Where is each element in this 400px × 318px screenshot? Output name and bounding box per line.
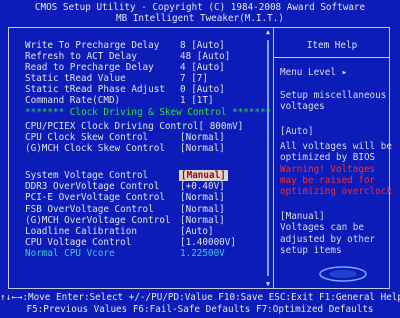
setting-value[interactable]: [Manual] xyxy=(179,170,228,181)
help-line: All voltages will be xyxy=(280,141,392,152)
help-line: optimized by BIOS xyxy=(280,152,376,163)
setting-label: Read to Precharge Delay xyxy=(25,62,154,73)
help-line: [Auto] xyxy=(280,126,314,137)
setting-value[interactable]: [+0.40V] xyxy=(180,181,225,192)
help-line: adjusted by other xyxy=(280,234,376,245)
help-line: [Manual] xyxy=(280,211,325,222)
help-separator xyxy=(273,57,390,58)
setting-label: Loadline Calibration xyxy=(25,226,137,237)
setting-label: FSB OverVoltage Control xyxy=(25,204,154,215)
setting-label: (G)MCH Clock Skew Control xyxy=(25,143,165,154)
help-line: voltages xyxy=(280,101,325,112)
setting-value[interactable]: 48 [Auto] xyxy=(180,51,230,62)
scrollbar-thumb[interactable] xyxy=(267,40,269,276)
help-line: Setup miscellaneous xyxy=(280,90,387,101)
setting-value[interactable]: [Auto] xyxy=(180,226,214,237)
setting-label: CPU Voltage Control xyxy=(25,237,132,248)
setting-value[interactable]: [Normal] xyxy=(180,192,225,203)
setting-label: Normal CPU Vcore xyxy=(25,248,115,259)
panel-divider xyxy=(273,27,274,289)
gigabyte-logo xyxy=(319,266,367,282)
setting-value[interactable]: 0 [Auto] xyxy=(180,84,225,95)
help-line: may be raised for xyxy=(280,175,376,186)
setting-value[interactable]: [Normal] xyxy=(180,204,225,215)
footer-keys-primary: ↑↓←→:Move Enter:Select +/-/PU/PD:Value F… xyxy=(0,292,400,303)
setting-label: Static tRead Value xyxy=(25,73,126,84)
bios-title: CMOS Setup Utility - Copyright (C) 1984-… xyxy=(34,2,366,13)
footer-keys-secondary: F5:Previous Values F6:Fail-Safe Defaults… xyxy=(26,304,374,315)
setting-value[interactable]: 7 [7] xyxy=(180,73,208,84)
item-help-title: Item Help xyxy=(306,40,358,51)
setting-label: ******* Clock Driving & Skew Control ***… xyxy=(25,107,272,118)
setting-label: PCI-E OverVoltage Control xyxy=(25,192,165,203)
setting-label: DDR3 OverVoltage Control xyxy=(25,181,160,192)
setting-label: Static tRead Phase Adjust xyxy=(25,84,165,95)
help-line: optimizing overclock xyxy=(280,186,392,197)
setting-label: Refresh to ACT Delay xyxy=(25,51,137,62)
setting-label: Write To Precharge Delay xyxy=(25,40,160,51)
help-line: Warning! Voltages xyxy=(280,164,376,175)
help-line: Voltages can be xyxy=(280,222,364,233)
scrollbar[interactable]: ▲ ▼ xyxy=(264,28,272,288)
setting-label: (G)MCH OverVoltage Control xyxy=(25,215,171,226)
setting-label: System Voltage Control xyxy=(25,170,149,181)
setting-value[interactable]: [Normal] xyxy=(180,143,225,154)
page-title: MB Intelligent Tweaker(M.I.T.) xyxy=(116,13,284,24)
setting-label: CPU/PCIEX Clock Driving Control[ 800mV] xyxy=(25,121,244,132)
help-line: Menu Level ▸ xyxy=(280,67,348,78)
triangle-down-icon[interactable]: ▼ xyxy=(264,280,272,288)
setting-value[interactable]: 8 [Auto] xyxy=(180,40,225,51)
setting-value[interactable]: 4 [Auto] xyxy=(180,62,225,73)
setting-value[interactable]: [Normal] xyxy=(180,215,225,226)
setting-value[interactable]: [1.40000V] xyxy=(180,237,236,248)
help-line: setup items xyxy=(280,245,342,256)
setting-label: Command Rate(CMD) xyxy=(25,95,121,106)
setting-value[interactable]: 1 [1T] xyxy=(180,95,214,106)
setting-label: CPU Clock Skew Control xyxy=(25,132,149,143)
setting-value[interactable]: [Normal] xyxy=(180,132,225,143)
triangle-up-icon[interactable]: ▲ xyxy=(264,28,272,36)
setting-value: 1.22500V xyxy=(180,248,225,259)
